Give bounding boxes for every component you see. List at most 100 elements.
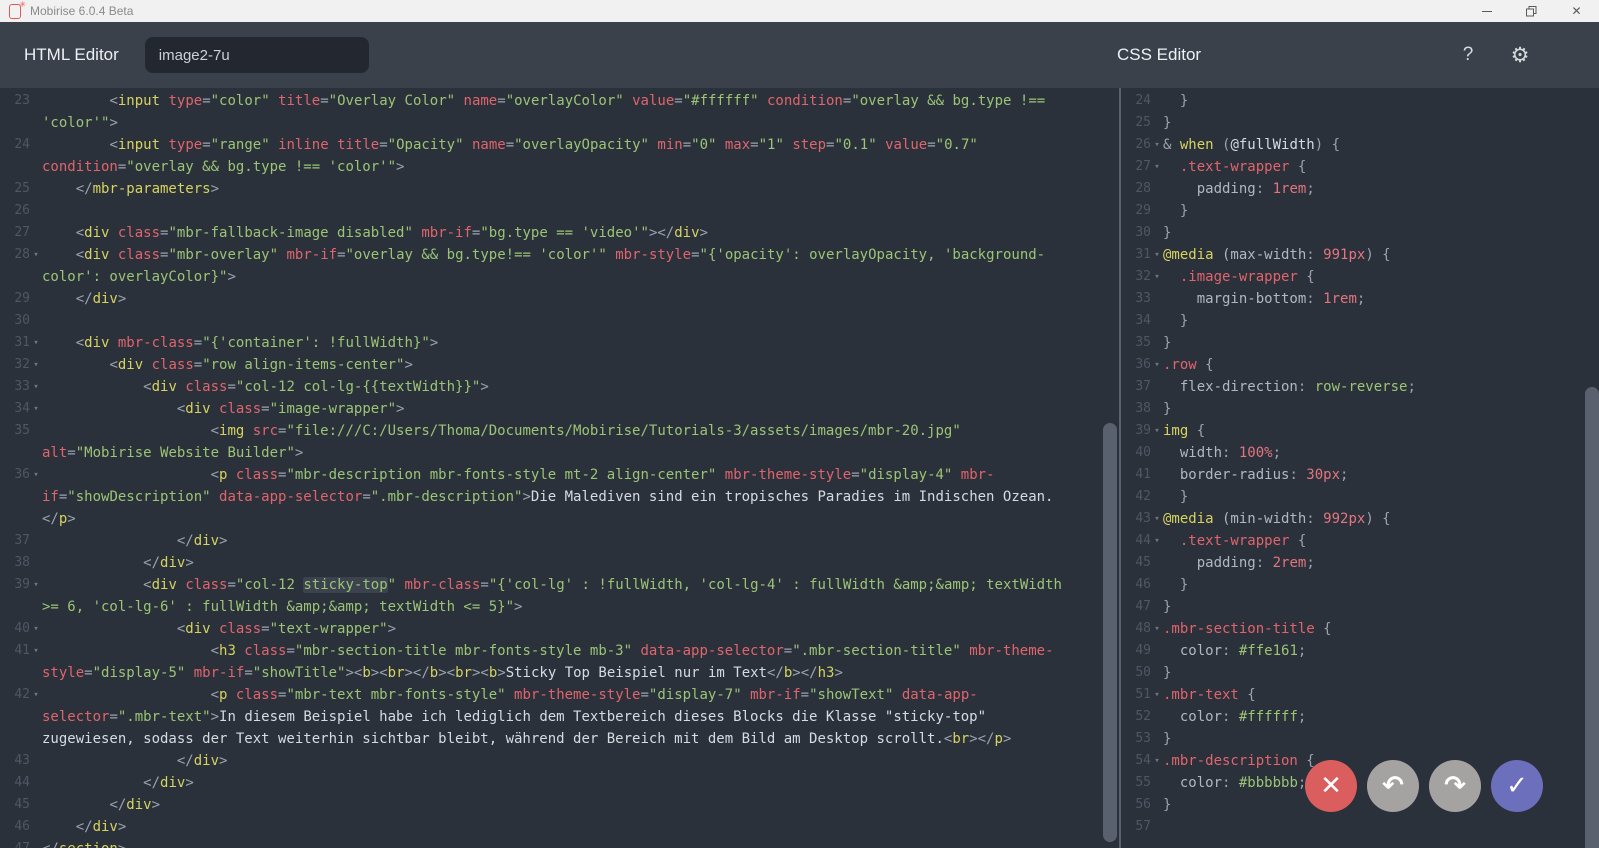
fold-spacer [30,288,42,310]
fold-arrow-icon[interactable]: ▾ [30,618,42,640]
code-line[interactable]: 28▾ <div class="mbr-overlay" mbr-if="ove… [0,244,1119,288]
code-line[interactable]: 44▾ .text-wrapper { [1121,530,1599,552]
code-line[interactable]: 36▾ <p class="mbr-description mbr-fonts-… [0,464,1119,530]
code-line[interactable]: 35} [1121,332,1599,354]
fold-arrow-icon[interactable]: ▾ [30,574,42,618]
css-editor-scrollbar[interactable] [1585,387,1599,848]
block-name-input[interactable] [145,37,369,73]
code-line[interactable]: 41▾ <h3 class="mbr-section-title mbr-fon… [0,640,1119,684]
code-line[interactable]: 44 </div> [0,772,1119,794]
code-line[interactable]: 53} [1121,728,1599,750]
code-line[interactable]: 45 </div> [0,794,1119,816]
fold-arrow-icon[interactable]: ▾ [30,640,42,684]
code-line[interactable]: 34 } [1121,310,1599,332]
fold-arrow-icon[interactable]: ▾ [30,354,42,376]
code-line[interactable]: 39▾img { [1121,420,1599,442]
code-line[interactable]: 27 <div class="mbr-fallback-image disabl… [0,222,1119,244]
code-line[interactable]: 25} [1121,112,1599,134]
code-line[interactable]: 29 </div> [0,288,1119,310]
maximize-button[interactable] [1509,0,1554,22]
fold-spacer [1151,464,1163,486]
code-line[interactable]: 38} [1121,398,1599,420]
fold-arrow-icon[interactable]: ▾ [30,376,42,398]
code-line[interactable]: 35 <img src="file:///C:/Users/Thoma/Docu… [0,420,1119,464]
code-line[interactable]: 24 <input type="range" inline title="Opa… [0,134,1119,178]
redo-button[interactable]: ↷ [1429,760,1481,812]
fold-arrow-icon[interactable]: ▾ [30,332,42,354]
code-line[interactable]: 23 <input type="color" title="Overlay Co… [0,90,1119,134]
code-line[interactable]: 32▾ .image-wrapper { [1121,266,1599,288]
code-line[interactable]: 42 } [1121,486,1599,508]
fold-spacer [1151,640,1163,662]
code-line[interactable]: 48▾.mbr-section-title { [1121,618,1599,640]
close-button[interactable]: ✕ [1554,0,1599,22]
fold-arrow-icon[interactable]: ▾ [1151,354,1163,376]
line-number: 23 [0,90,30,134]
code-line[interactable]: 34▾ <div class="image-wrapper"> [0,398,1119,420]
code-line[interactable]: 31▾@media (max-width: 991px) { [1121,244,1599,266]
code-line[interactable]: 40 width: 100%; [1121,442,1599,464]
css-code-pane[interactable]: 24 }25}26▾& when (@fullWidth) {27▾ .text… [1121,88,1599,848]
code-line[interactable]: 43▾@media (min-width: 992px) { [1121,508,1599,530]
code-line[interactable]: 42▾ <p class="mbr-text mbr-fonts-style" … [0,684,1119,750]
fold-arrow-icon[interactable]: ▾ [1151,266,1163,288]
code-line[interactable]: 29 } [1121,200,1599,222]
code-line[interactable]: 38 </div> [0,552,1119,574]
code-line[interactable]: 33 margin-bottom: 1rem; [1121,288,1599,310]
code-line[interactable]: 40▾ <div class="text-wrapper"> [0,618,1119,640]
cancel-button[interactable]: ✕ [1305,760,1357,812]
confirm-button[interactable]: ✓ [1491,760,1543,812]
fold-arrow-icon[interactable]: ▾ [1151,134,1163,156]
code-line[interactable]: 49 color: #ffe161; [1121,640,1599,662]
html-code-pane[interactable]: 23 <input type="color" title="Overlay Co… [0,88,1119,848]
code-line[interactable]: 28 padding: 1rem; [1121,178,1599,200]
code-line[interactable]: 46 </div> [0,816,1119,838]
fold-arrow-icon[interactable]: ▾ [1151,618,1163,640]
code-line[interactable]: 26▾& when (@fullWidth) { [1121,134,1599,156]
code-text: border-radius: 30px; [1163,464,1599,486]
code-line[interactable]: 27▾ .text-wrapper { [1121,156,1599,178]
line-number: 52 [1121,706,1151,728]
code-line[interactable]: 46 } [1121,574,1599,596]
code-line[interactable]: 47</section> [0,838,1119,848]
fold-arrow-icon[interactable]: ▾ [1151,530,1163,552]
fold-arrow-icon[interactable]: ▾ [30,464,42,530]
code-line[interactable]: 37 </div> [0,530,1119,552]
code-line[interactable]: 37 flex-direction: row-reverse; [1121,376,1599,398]
fold-arrow-icon[interactable]: ▾ [1151,420,1163,442]
minimize-button[interactable] [1464,0,1509,22]
code-line[interactable]: 26 [0,200,1119,222]
code-line[interactable]: 43 </div> [0,750,1119,772]
fold-arrow-icon[interactable]: ▾ [1151,684,1163,706]
fold-arrow-icon[interactable]: ▾ [30,684,42,750]
code-line[interactable]: 50} [1121,662,1599,684]
code-line[interactable]: 30 [0,310,1119,332]
fold-arrow-icon[interactable]: ▾ [30,398,42,420]
code-line[interactable]: 32▾ <div class="row align-items-center"> [0,354,1119,376]
help-button[interactable]: ? [1456,44,1480,66]
html-editor-scrollbar[interactable] [1103,423,1117,842]
code-line[interactable]: 36▾.row { [1121,354,1599,376]
fold-spacer [1151,112,1163,134]
code-line[interactable]: 30} [1121,222,1599,244]
code-line[interactable]: 31▾ <div mbr-class="{'container': !fullW… [0,332,1119,354]
code-line[interactable]: 25 </mbr-parameters> [0,178,1119,200]
code-line[interactable]: 39▾ <div class="col-12 sticky-top" mbr-c… [0,574,1119,618]
gear-icon[interactable]: ⚙ [1506,43,1534,68]
fold-arrow-icon[interactable]: ▾ [1151,750,1163,772]
code-line[interactable]: 41 border-radius: 30px; [1121,464,1599,486]
undo-button[interactable]: ↶ [1367,760,1419,812]
code-line[interactable]: 51▾.mbr-text { [1121,684,1599,706]
fold-arrow-icon[interactable]: ▾ [30,244,42,288]
fold-arrow-icon[interactable]: ▾ [1151,156,1163,178]
code-text: } [1163,398,1599,420]
code-line[interactable]: 57 [1121,816,1599,838]
code-line[interactable]: 45 padding: 2rem; [1121,552,1599,574]
code-line[interactable]: 24 } [1121,90,1599,112]
code-line[interactable]: 47} [1121,596,1599,618]
fold-arrow-icon[interactable]: ▾ [1151,244,1163,266]
code-line[interactable]: 52 color: #ffffff; [1121,706,1599,728]
code-line[interactable]: 33▾ <div class="col-12 col-lg-{{textWidt… [0,376,1119,398]
fold-arrow-icon[interactable]: ▾ [1151,508,1163,530]
code-text: } [1163,662,1599,684]
